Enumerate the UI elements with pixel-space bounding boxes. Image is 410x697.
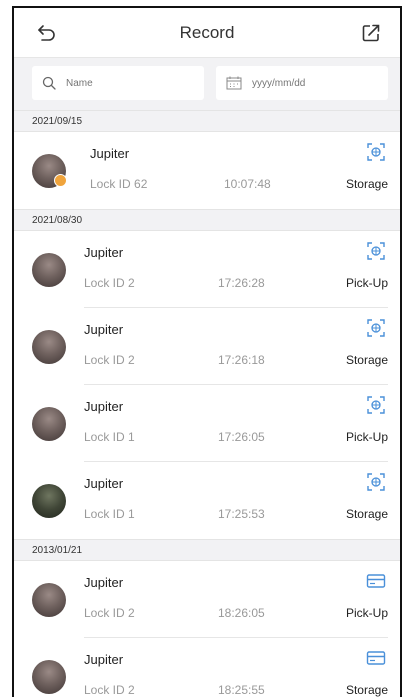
record-row[interactable]: Jupiter Lock ID 2 17:26:28 Pick-Up — [14, 231, 400, 308]
record-name: Jupiter — [84, 575, 124, 590]
face-scan-icon — [366, 142, 386, 162]
record-name: Jupiter — [84, 245, 124, 260]
record-name: Jupiter — [84, 399, 124, 414]
record-type: Storage — [345, 353, 388, 367]
avatar — [32, 583, 66, 617]
record-time: 18:26:05 — [218, 606, 265, 620]
record-lock-id: Lock ID 2 — [84, 353, 135, 367]
page-title: Record — [179, 22, 235, 42]
name-search-field[interactable] — [32, 66, 204, 100]
record-time: 17:25:53 — [218, 507, 265, 521]
avatar — [32, 407, 66, 441]
section-date-header: 2021/09/15 — [14, 110, 400, 132]
record-time: 17:26:05 — [218, 430, 265, 444]
avatar — [32, 484, 66, 518]
card-icon — [366, 571, 386, 591]
record-lock-id: Lock ID 2 — [84, 606, 135, 620]
face-scan-icon — [366, 318, 386, 338]
record-name: Jupiter — [84, 322, 124, 337]
section-date-header: 2013/01/21 — [14, 539, 400, 561]
avatar — [32, 660, 66, 694]
record-type: Pick-Up — [345, 276, 388, 290]
card-icon — [366, 648, 386, 668]
record-type: Storage — [345, 683, 388, 697]
record-name: Jupiter — [84, 652, 124, 667]
record-name: Jupiter — [84, 476, 124, 491]
face-scan-icon — [366, 395, 386, 415]
record-lock-id: Lock ID 62 — [90, 177, 148, 191]
avatar — [32, 253, 66, 287]
record-type: Storage — [345, 507, 388, 521]
record-time: 18:25:55 — [218, 683, 265, 697]
record-time: 17:26:18 — [218, 353, 265, 367]
record-lock-id: Lock ID 1 — [84, 430, 135, 444]
record-type: Storage — [345, 177, 388, 191]
header: Record — [14, 8, 400, 58]
user-badge-icon — [54, 174, 67, 187]
record-lock-id: Lock ID 1 — [84, 507, 135, 521]
calendar-icon — [226, 76, 242, 90]
record-time: 17:26:28 — [218, 276, 265, 290]
record-row[interactable]: Jupiter Lock ID 2 18:25:55 Storage — [14, 638, 400, 697]
back-icon[interactable] — [36, 22, 58, 44]
export-icon[interactable] — [360, 22, 382, 44]
record-row[interactable]: Jupiter Lock ID 1 17:25:53 Storage — [14, 462, 400, 539]
date-input[interactable] — [252, 77, 362, 89]
record-row[interactable]: Jupiter Lock ID 2 17:26:18 Storage — [14, 308, 400, 385]
name-input[interactable] — [66, 77, 176, 89]
section-date-header: 2021/08/30 — [14, 209, 400, 231]
record-row[interactable]: Jupiter Lock ID 2 18:26:05 Pick-Up — [14, 561, 400, 638]
date-search-field[interactable] — [216, 66, 388, 100]
avatar — [32, 330, 66, 364]
record-row[interactable]: Jupiter Lock ID 1 17:26:05 Pick-Up — [14, 385, 400, 462]
face-scan-icon — [366, 472, 386, 492]
record-time: 10:07:48 — [224, 177, 271, 191]
face-scan-icon — [366, 241, 386, 261]
record-type: Pick-Up — [345, 430, 388, 444]
search-icon — [42, 76, 56, 90]
app-frame: Record 2021/09/15 Jupiter Lock ID 62 10:… — [12, 6, 402, 697]
record-row[interactable]: Jupiter Lock ID 62 10:07:48 Storage — [14, 132, 400, 209]
record-lock-id: Lock ID 2 — [84, 683, 135, 697]
record-type: Pick-Up — [345, 606, 388, 620]
record-name: Jupiter — [90, 146, 130, 161]
record-lock-id: Lock ID 2 — [84, 276, 135, 290]
search-bar — [14, 58, 400, 110]
